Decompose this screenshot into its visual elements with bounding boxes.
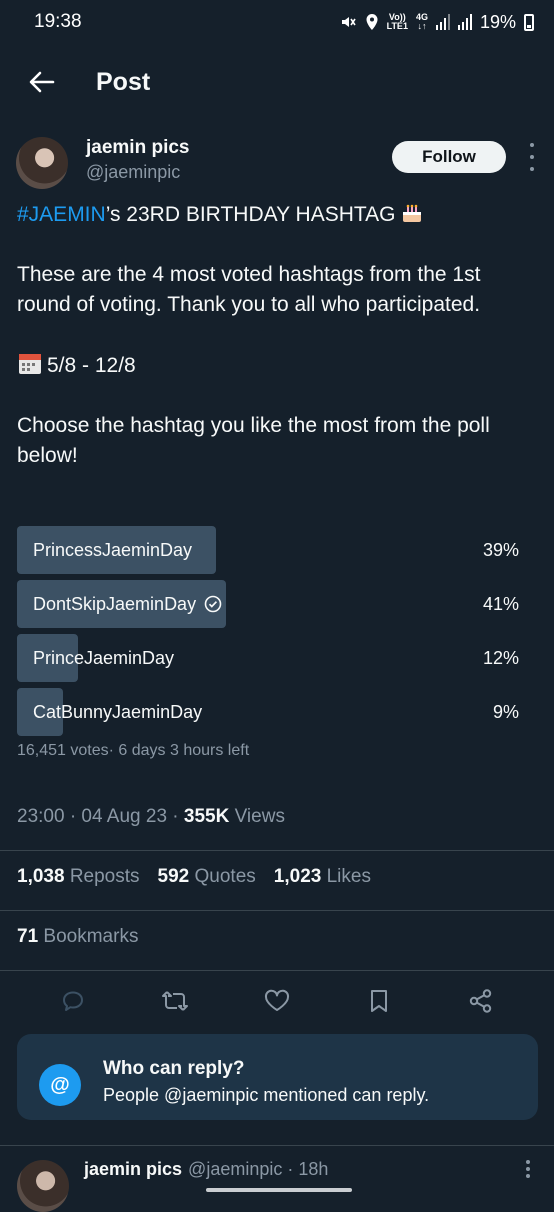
share-icon [469,989,492,1013]
more-options-icon[interactable] [526,1160,530,1178]
mention-icon: @ [39,1064,81,1106]
poll-option[interactable]: CatBunnyJaeminDay 9% [17,688,527,736]
calendar-icon [19,354,41,374]
poll-option-text: PrinceJaeminDay [33,647,175,668]
poll-option-label: CatBunnyJaeminDay [33,702,202,723]
likes-label: Likes [326,866,371,887]
poll-option-label: PrincessJaeminDay [33,540,192,561]
author-name[interactable]: jaemin pics [86,137,190,159]
reposts-stat[interactable]: 1,038 Reposts [17,866,140,888]
page-title: Post [96,67,151,96]
reply-restriction-title: Who can reply? [103,1058,245,1079]
heart-icon [264,989,290,1011]
poll-option-percent: 41% [482,593,519,614]
likes-stat[interactable]: 1,023 Likes [274,866,371,888]
repost-button[interactable] [161,987,189,1015]
avatar[interactable] [17,1160,69,1212]
poll-option[interactable]: DontSkipJaeminDay 41% [17,580,527,628]
reply-restriction-box: @ Who can reply? People @jaeminpic menti… [17,1034,538,1120]
bookmarks-stat[interactable]: 71 Bookmarks [17,926,138,948]
divider [0,1145,554,1146]
back-button[interactable] [22,62,62,102]
poll-option[interactable]: PrinceJaeminDay 12% [17,634,527,682]
bookmark-icon [371,990,387,1012]
divider [0,850,554,851]
reply-restriction-subtitle: People @jaeminpic mentioned can reply. [103,1085,430,1105]
tweet-body: #JAEMIN’s 23RD BIRTHDAY HASHTAG These ar… [17,200,527,471]
volte-indicator: Vo)) LTE1 [387,13,408,31]
reposts-count: 1,038 [17,866,65,887]
views-count: 355K [183,806,230,827]
action-bar [0,978,554,1024]
next-author-name[interactable]: jaemin pics [84,1159,182,1179]
poll-option-text: DontSkipJaeminDay [33,593,197,614]
quotes-stat[interactable]: 592 Quotes [158,866,256,888]
share-button[interactable] [467,987,495,1015]
follow-button[interactable]: Follow [392,141,506,173]
lte-label: LTE1 [386,21,408,31]
home-indicator[interactable] [206,1188,352,1192]
location-icon [366,14,378,30]
status-bar: 19:38 Vo)) LTE1 4G ↓↑ 19% [0,0,554,44]
poll-option-label: PrinceJaeminDay [33,648,174,669]
reply-button[interactable] [59,987,87,1015]
poll: PrincessJaeminDay 39% DontSkipJaeminDay … [17,526,527,760]
tweet-paragraph-4: Choose the hashtag you like the most fro… [17,414,490,467]
signal-1-icon [435,14,450,30]
tweet-line-1-text: ’s 23RD BIRTHDAY HASHTAG [105,203,396,226]
next-author-handle-time: @jaeminpic · 18h [188,1159,329,1179]
battery-icon [524,13,534,31]
like-button[interactable] [263,987,291,1015]
tweet-dates: 5/8 - 12/8 [17,350,527,381]
more-options-icon[interactable] [528,143,536,171]
birthday-cake-icon [403,204,422,222]
poll-option-percent: 12% [482,647,519,668]
avatar[interactable] [16,137,68,189]
next-tweet[interactable]: jaemin pics @jaeminpic · 18h [0,1148,554,1212]
tweet-paragraph-2: These are the 4 most voted hashtags from… [17,263,481,316]
divider [0,970,554,971]
poll-option-percent: 39% [482,539,519,560]
mute-icon [341,17,356,27]
next-tweet-header: jaemin pics @jaeminpic · 18h [84,1159,328,1180]
bookmarks-count: 71 [17,926,39,947]
quotes-count: 592 [157,866,190,887]
signal-2-icon [457,14,472,30]
poll-option-percent: 9% [492,701,519,722]
status-icons: Vo)) LTE1 4G ↓↑ 19% [339,12,534,33]
time-date[interactable]: 23:00 · 04 Aug 23 · [17,806,184,827]
voted-check-icon [204,595,222,613]
data-arrows-icon: ↓↑ [417,21,427,31]
poll-option-label: DontSkipJaeminDay [33,594,222,615]
hashtag-link[interactable]: #JAEMIN [17,203,106,226]
dates-text: 5/8 - 12/8 [47,354,136,377]
poll-option[interactable]: PrincessJaeminDay 39% [17,526,527,574]
poll-meta: 16,451 votes· 6 days 3 hours left [17,742,250,759]
poll-option-text: CatBunnyJaeminDay [33,701,203,722]
reposts-label: Reposts [69,866,140,887]
repost-icon [162,991,188,1011]
reply-icon [63,991,83,1011]
bookmark-button[interactable] [365,987,393,1015]
tweet-timestamp: 23:00 · 04 Aug 23 · 355K Views [17,806,285,828]
top-bar: Post [0,52,554,112]
likes-count: 1,023 [273,866,322,887]
4g-indicator: 4G ↓↑ [416,13,428,31]
author-handle[interactable]: @jaeminpic [86,162,180,183]
bookmarks-label: Bookmarks [43,926,139,947]
engagement-stats: 1,038 Reposts 592 Quotes 1,023 Likes [17,866,371,888]
poll-option-text: PrincessJaeminDay [33,539,193,560]
tweet-line-1: #JAEMIN’s 23RD BIRTHDAY HASHTAG [17,200,527,230]
arrow-left-icon [29,71,55,93]
tweet-author: jaemin pics @jaeminpic Follow [16,135,538,191]
views-label: Views [229,806,285,827]
status-time: 19:38 [34,11,82,32]
battery-percent: 19% [479,11,516,32]
divider [0,910,554,911]
quotes-label: Quotes [194,866,256,887]
